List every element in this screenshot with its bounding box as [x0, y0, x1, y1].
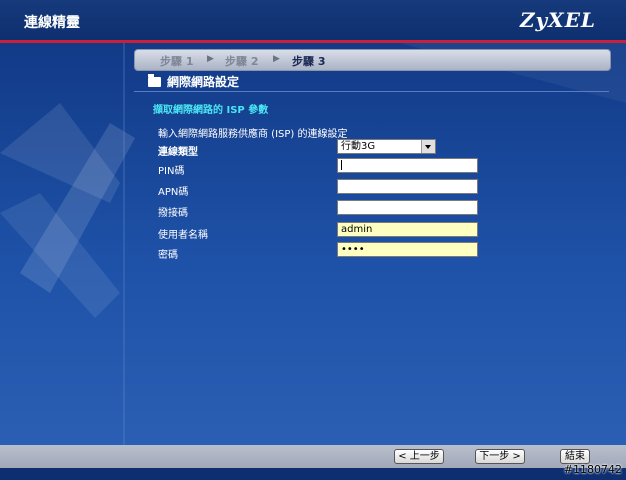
username-input[interactable]: admin	[337, 222, 478, 237]
next-button[interactable]: 下一步 >	[475, 449, 525, 464]
dial-label: 撥接碼	[158, 208, 188, 219]
wizard-footer: < 上一步 下一步 > 結束	[0, 445, 626, 468]
apn-label: APN碼	[158, 187, 189, 198]
finish-button[interactable]: 結束	[560, 449, 590, 464]
section-divider	[134, 91, 609, 92]
section-title: 網際網路設定	[167, 75, 240, 89]
step-arrow-icon: ▶	[273, 54, 280, 64]
bottom-strip	[0, 468, 626, 480]
zyxel-logo: ZyXEL	[519, 8, 596, 32]
text-cursor	[341, 160, 342, 170]
connection-type-label: 連線類型	[158, 147, 198, 158]
step-2-label: 步驟 2	[225, 55, 259, 68]
watermark-text: #1180742	[563, 463, 622, 476]
instruction-text: 輸入網際網路服務供應商 (ISP) 的連線設定	[158, 129, 348, 140]
title-bar: 連線精靈 ZyXEL	[0, 0, 626, 40]
connection-type-row: 連線類型 行動3G	[158, 139, 488, 159]
step-1-label: 步驟 1	[160, 55, 194, 68]
dial-number-input[interactable]	[337, 200, 478, 215]
wizard-main-panel: 步驟 1 ▶ 步驟 2 ▶ 步驟 3 網際網路設定 擷取網際網路的 ISP 參數…	[0, 43, 626, 445]
dial-row: 撥接碼	[158, 200, 488, 220]
step-3-label: 步驟 3	[292, 55, 326, 68]
username-row: 使用者名稱 admin	[158, 222, 488, 242]
connection-type-select[interactable]: 行動3G	[337, 139, 436, 154]
password-row: 密碼 ••••	[158, 242, 488, 262]
chevron-down-icon[interactable]	[421, 140, 435, 153]
pin-input[interactable]	[337, 158, 478, 173]
username-label: 使用者名稱	[158, 230, 208, 241]
password-label: 密碼	[158, 250, 178, 261]
pin-label: PIN碼	[158, 166, 185, 177]
pin-row: PIN碼	[158, 158, 488, 178]
section-heading: 網際網路設定	[148, 73, 239, 90]
apn-row: APN碼	[158, 179, 488, 199]
window-title: 連線精靈	[24, 15, 80, 31]
step-arrow-icon: ▶	[207, 54, 214, 64]
wizard-steps: 步驟 1 ▶ 步驟 2 ▶ 步驟 3	[134, 49, 611, 71]
folder-icon	[148, 74, 161, 87]
apn-input[interactable]	[337, 179, 478, 194]
connection-type-value: 行動3G	[341, 141, 376, 152]
password-input[interactable]: ••••	[337, 242, 478, 257]
back-button[interactable]: < 上一步	[394, 449, 444, 464]
isp-parameters-subtitle: 擷取網際網路的 ISP 參數	[153, 105, 269, 116]
